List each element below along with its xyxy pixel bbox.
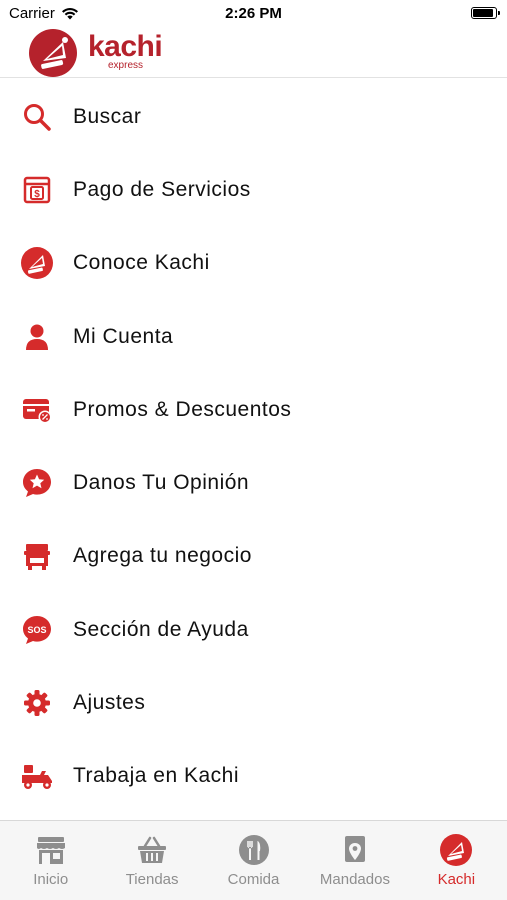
basket-icon bbox=[135, 833, 169, 867]
menu-item-label: Sección de Ayuda bbox=[73, 617, 249, 641]
bill-payment-icon: $ bbox=[20, 173, 54, 207]
menu-item-label: Danos Tu Opinión bbox=[73, 471, 250, 495]
battery-icon bbox=[471, 7, 500, 19]
tab-label: Tiendas bbox=[125, 871, 179, 888]
search-icon bbox=[20, 100, 54, 134]
tab-label: Mandados bbox=[319, 871, 390, 888]
menu-item-label: Trabaja en Kachi bbox=[73, 764, 239, 788]
menu-item-promos[interactable]: Promos & Descuentos bbox=[0, 373, 507, 446]
side-menu: Buscar $ Pago de Servicios Conoce Kachi … bbox=[0, 80, 507, 813]
status-bar: Carrier 2:26 PM bbox=[0, 0, 507, 28]
menu-item-pago-servicios[interactable]: $ Pago de Servicios bbox=[0, 153, 507, 226]
fork-knife-icon bbox=[237, 833, 271, 867]
tab-comida[interactable]: Comida bbox=[203, 821, 304, 900]
store-icon bbox=[20, 539, 54, 573]
tab-kachi[interactable]: Kachi bbox=[406, 821, 507, 900]
menu-item-label: Promos & Descuentos bbox=[73, 397, 292, 421]
menu-item-mi-cuenta[interactable]: Mi Cuenta bbox=[0, 300, 507, 373]
tab-inicio[interactable]: Inicio bbox=[0, 821, 101, 900]
menu-item-label: Ajustes bbox=[73, 691, 146, 715]
tab-mandados[interactable]: Mandados bbox=[304, 821, 405, 900]
kachi-logo-icon bbox=[29, 29, 77, 77]
menu-item-label: Pago de Servicios bbox=[73, 177, 251, 201]
menu-item-label: Conoce Kachi bbox=[73, 251, 210, 275]
tab-label: Comida bbox=[227, 871, 280, 888]
delivery-scooter-icon bbox=[20, 759, 54, 793]
menu-item-buscar[interactable]: Buscar bbox=[0, 80, 507, 153]
menu-item-agrega-negocio[interactable]: Agrega tu negocio bbox=[0, 520, 507, 593]
menu-item-ajustes[interactable]: Ajustes bbox=[0, 666, 507, 739]
map-pin-icon bbox=[338, 833, 372, 867]
tab-label: Kachi bbox=[437, 871, 476, 888]
storefront-icon bbox=[34, 833, 68, 867]
app-header: kachi express bbox=[0, 28, 507, 78]
menu-item-conoce-kachi[interactable]: Conoce Kachi bbox=[0, 227, 507, 300]
clock: 2:26 PM bbox=[225, 5, 282, 22]
brand-name: kachi bbox=[88, 30, 163, 63]
menu-item-label: Mi Cuenta bbox=[73, 324, 174, 348]
svg-text:$: $ bbox=[34, 189, 40, 200]
tab-bar: Inicio Tiendas Comida Mandados Kachi bbox=[0, 820, 507, 900]
sos-label: SOS bbox=[27, 625, 46, 635]
tab-label: Inicio bbox=[33, 871, 69, 888]
menu-item-opinion[interactable]: Danos Tu Opinión bbox=[0, 446, 507, 519]
gear-icon bbox=[20, 686, 54, 720]
menu-item-label: Buscar bbox=[73, 104, 142, 128]
promo-icon bbox=[20, 393, 54, 427]
menu-item-ayuda[interactable]: SOS Sección de Ayuda bbox=[0, 593, 507, 666]
kachi-logo-icon bbox=[439, 833, 473, 867]
menu-item-label: Agrega tu negocio bbox=[73, 544, 252, 568]
sos-icon: SOS bbox=[20, 613, 54, 647]
kachi-logo-icon bbox=[20, 246, 54, 280]
user-icon bbox=[20, 320, 54, 354]
brand-tagline: express bbox=[108, 60, 144, 71]
menu-item-trabaja[interactable]: Trabaja en Kachi bbox=[0, 740, 507, 813]
tab-tiendas[interactable]: Tiendas bbox=[101, 821, 202, 900]
feedback-star-icon bbox=[20, 466, 54, 500]
